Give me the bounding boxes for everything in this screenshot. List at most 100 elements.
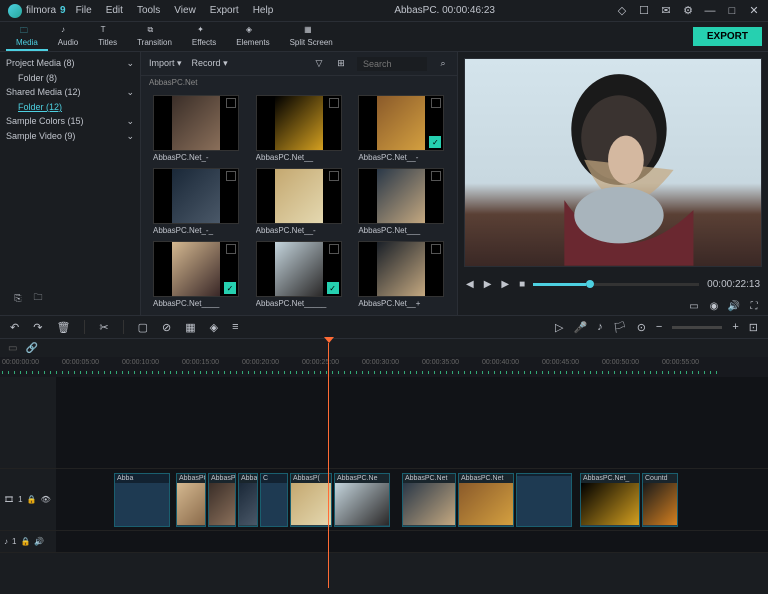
marker-icon[interactable]: 🏳	[613, 321, 627, 334]
grid-icon[interactable]: ⊞	[335, 58, 347, 70]
clip[interactable]: AbbasPC	[176, 473, 206, 527]
lock-icon[interactable]: 🔒	[27, 495, 37, 504]
search-input[interactable]	[357, 57, 427, 71]
tab-audio[interactable]: ♪Audio	[48, 23, 88, 51]
mic-icon[interactable]: 🎤	[574, 321, 588, 334]
mixer-icon[interactable]: ♪	[597, 321, 603, 333]
delete-icon[interactable]: 🗑	[56, 321, 70, 334]
record-dropdown[interactable]: Record ▾	[192, 58, 228, 69]
prev-button[interactable]: ◀	[466, 279, 474, 290]
tab-effects[interactable]: ✦Effects	[182, 23, 226, 51]
zoom-in-icon[interactable]: +	[732, 321, 738, 333]
sidebar-item[interactable]: Folder (12)	[6, 100, 134, 114]
titlebar: filmora9 FileEditToolsViewExportHelp Abb…	[0, 0, 768, 22]
menu-view[interactable]: View	[174, 5, 196, 16]
audio-track-content[interactable]	[56, 531, 768, 552]
audio-track-label[interactable]: ♪1 🔒 🔊	[0, 531, 56, 552]
maximize-icon[interactable]: □	[726, 5, 738, 17]
search-icon[interactable]: ⌕	[437, 58, 449, 70]
filter-icon[interactable]: ▽	[313, 58, 325, 70]
media-item[interactable]: AbbasPC.Net__	[256, 95, 342, 162]
notify-icon[interactable]: ☐	[638, 5, 650, 17]
eye-icon[interactable]: 👁	[41, 495, 51, 504]
folder-icon[interactable]: 🗀	[32, 292, 44, 304]
clip[interactable]: AbbasP	[208, 473, 236, 527]
snapshot-icon[interactable]: ◉	[708, 300, 720, 312]
next-button[interactable]: ▶	[501, 279, 509, 290]
video-track-content[interactable]: AbbaAbbasPCAbbasPAbbaCAbbasP(AbbasPC.NeA…	[56, 469, 768, 530]
media-item[interactable]: ✓AbbasPC.Net_____	[256, 241, 342, 308]
stop-button[interactable]: ■	[519, 279, 525, 290]
clip[interactable]: AbbasPC.Ne	[334, 473, 390, 527]
import-dropdown[interactable]: Import ▾	[149, 58, 182, 69]
tab-elements[interactable]: ◈Elements	[226, 23, 279, 51]
media-item[interactable]: AbbasPC.Net___	[358, 168, 444, 235]
clip[interactable]: AbbasP(	[290, 473, 332, 527]
media-item[interactable]: ✓AbbasPC.Net__-	[358, 95, 444, 162]
clip[interactable]: AbbasPC.Net	[458, 473, 514, 527]
sidebar-item[interactable]: Folder (8)	[6, 71, 134, 85]
sidebar-item[interactable]: Shared Media (12)⌄	[6, 85, 134, 100]
user-icon[interactable]: ◇	[616, 5, 628, 17]
chain-icon[interactable]: 🔗	[25, 343, 37, 354]
seek-bar[interactable]	[533, 283, 699, 286]
mute-icon[interactable]: 🔊	[34, 537, 44, 546]
ruler[interactable]: 00:00:00:0000:00:05:0000:00:10:0000:00:1…	[0, 357, 768, 377]
crop-icon[interactable]: ▢	[138, 321, 148, 334]
tab-transition[interactable]: ⧉Transition	[127, 23, 182, 51]
menu-tools[interactable]: Tools	[137, 5, 160, 16]
menu-file[interactable]: File	[76, 5, 92, 16]
clip[interactable]: AbbasPC.Net	[402, 473, 456, 527]
tab-titles[interactable]: TTitles	[88, 23, 127, 51]
sidebar-item[interactable]: Sample Video (9)⌄	[6, 129, 134, 144]
clip[interactable]: Abba	[238, 473, 258, 527]
cut-icon[interactable]: ✂	[99, 321, 108, 334]
media-item[interactable]: AbbasPC.Net_-	[153, 95, 239, 162]
preview-controls: ◀ ▶ ▶ ■ 00:00:22:13	[458, 273, 768, 298]
settings-icon[interactable]: ⚙	[682, 5, 694, 17]
export-button[interactable]: EXPORT	[693, 27, 762, 46]
play-icon[interactable]: ▷	[555, 321, 563, 334]
speed-icon[interactable]: ⊘	[162, 321, 171, 334]
media-item[interactable]: AbbasPC.Net__+	[358, 241, 444, 308]
menu-edit[interactable]: Edit	[106, 5, 123, 16]
sidebar-item[interactable]: Project Media (8)⌄	[6, 56, 134, 71]
minimize-icon[interactable]: —	[704, 5, 716, 17]
link-icon[interactable]: ▭	[8, 343, 17, 354]
playhead[interactable]	[328, 343, 329, 588]
video-track-label[interactable]: 🎞1 🔒 👁	[0, 469, 56, 530]
clip[interactable]: C	[260, 473, 288, 527]
media-item[interactable]: ✓AbbasPC.Net____	[153, 241, 239, 308]
zoom-out-icon[interactable]: −	[656, 321, 662, 333]
adjust-icon[interactable]: ≡	[232, 321, 238, 333]
media-item[interactable]: AbbasPC.Net_-_	[153, 168, 239, 235]
message-icon[interactable]: ✉	[660, 5, 672, 17]
menu-help[interactable]: Help	[253, 5, 274, 16]
zoom-slider[interactable]	[672, 326, 722, 329]
preview-video[interactable]	[464, 58, 762, 267]
lock-icon[interactable]: 🔒	[20, 537, 30, 546]
clip[interactable]: AbbasPC.Net_	[580, 473, 640, 527]
play-button[interactable]: ▶	[484, 279, 492, 290]
close-icon[interactable]: ✕	[748, 5, 760, 17]
media-item[interactable]: AbbasPC.Net__-	[256, 168, 342, 235]
redo-icon[interactable]: ↷	[33, 321, 42, 334]
sidebar-item[interactable]: Sample Colors (15)⌄	[6, 114, 134, 129]
green-icon[interactable]: ◈	[210, 321, 218, 334]
menu-export[interactable]: Export	[210, 5, 239, 16]
video-track: 🎞1 🔒 👁 AbbaAbbasPCAbbasPAbbaCAbbasP(Abba…	[0, 469, 768, 531]
add-folder-icon[interactable]: ⎘	[12, 292, 24, 304]
volume-icon[interactable]: 🔊	[728, 300, 740, 312]
tab-split-screen[interactable]: ▦Split Screen	[280, 23, 343, 51]
screen-icon[interactable]: ▭	[688, 300, 700, 312]
magnet-icon[interactable]: ⊙	[637, 321, 646, 334]
tab-media[interactable]: 🗀Media	[6, 23, 48, 51]
color-icon[interactable]: ▦	[185, 321, 195, 334]
clip[interactable]: Abba	[114, 473, 170, 527]
main-tabs: 🗀Media♪AudioTTitles⧉Transition✦Effects◈E…	[0, 22, 768, 52]
clip[interactable]: Countd	[642, 473, 678, 527]
fit-icon[interactable]: ⊡	[749, 321, 758, 334]
clip[interactable]	[516, 473, 572, 527]
fullscreen-icon[interactable]: ⛶	[748, 300, 760, 312]
undo-icon[interactable]: ↶	[10, 321, 19, 334]
